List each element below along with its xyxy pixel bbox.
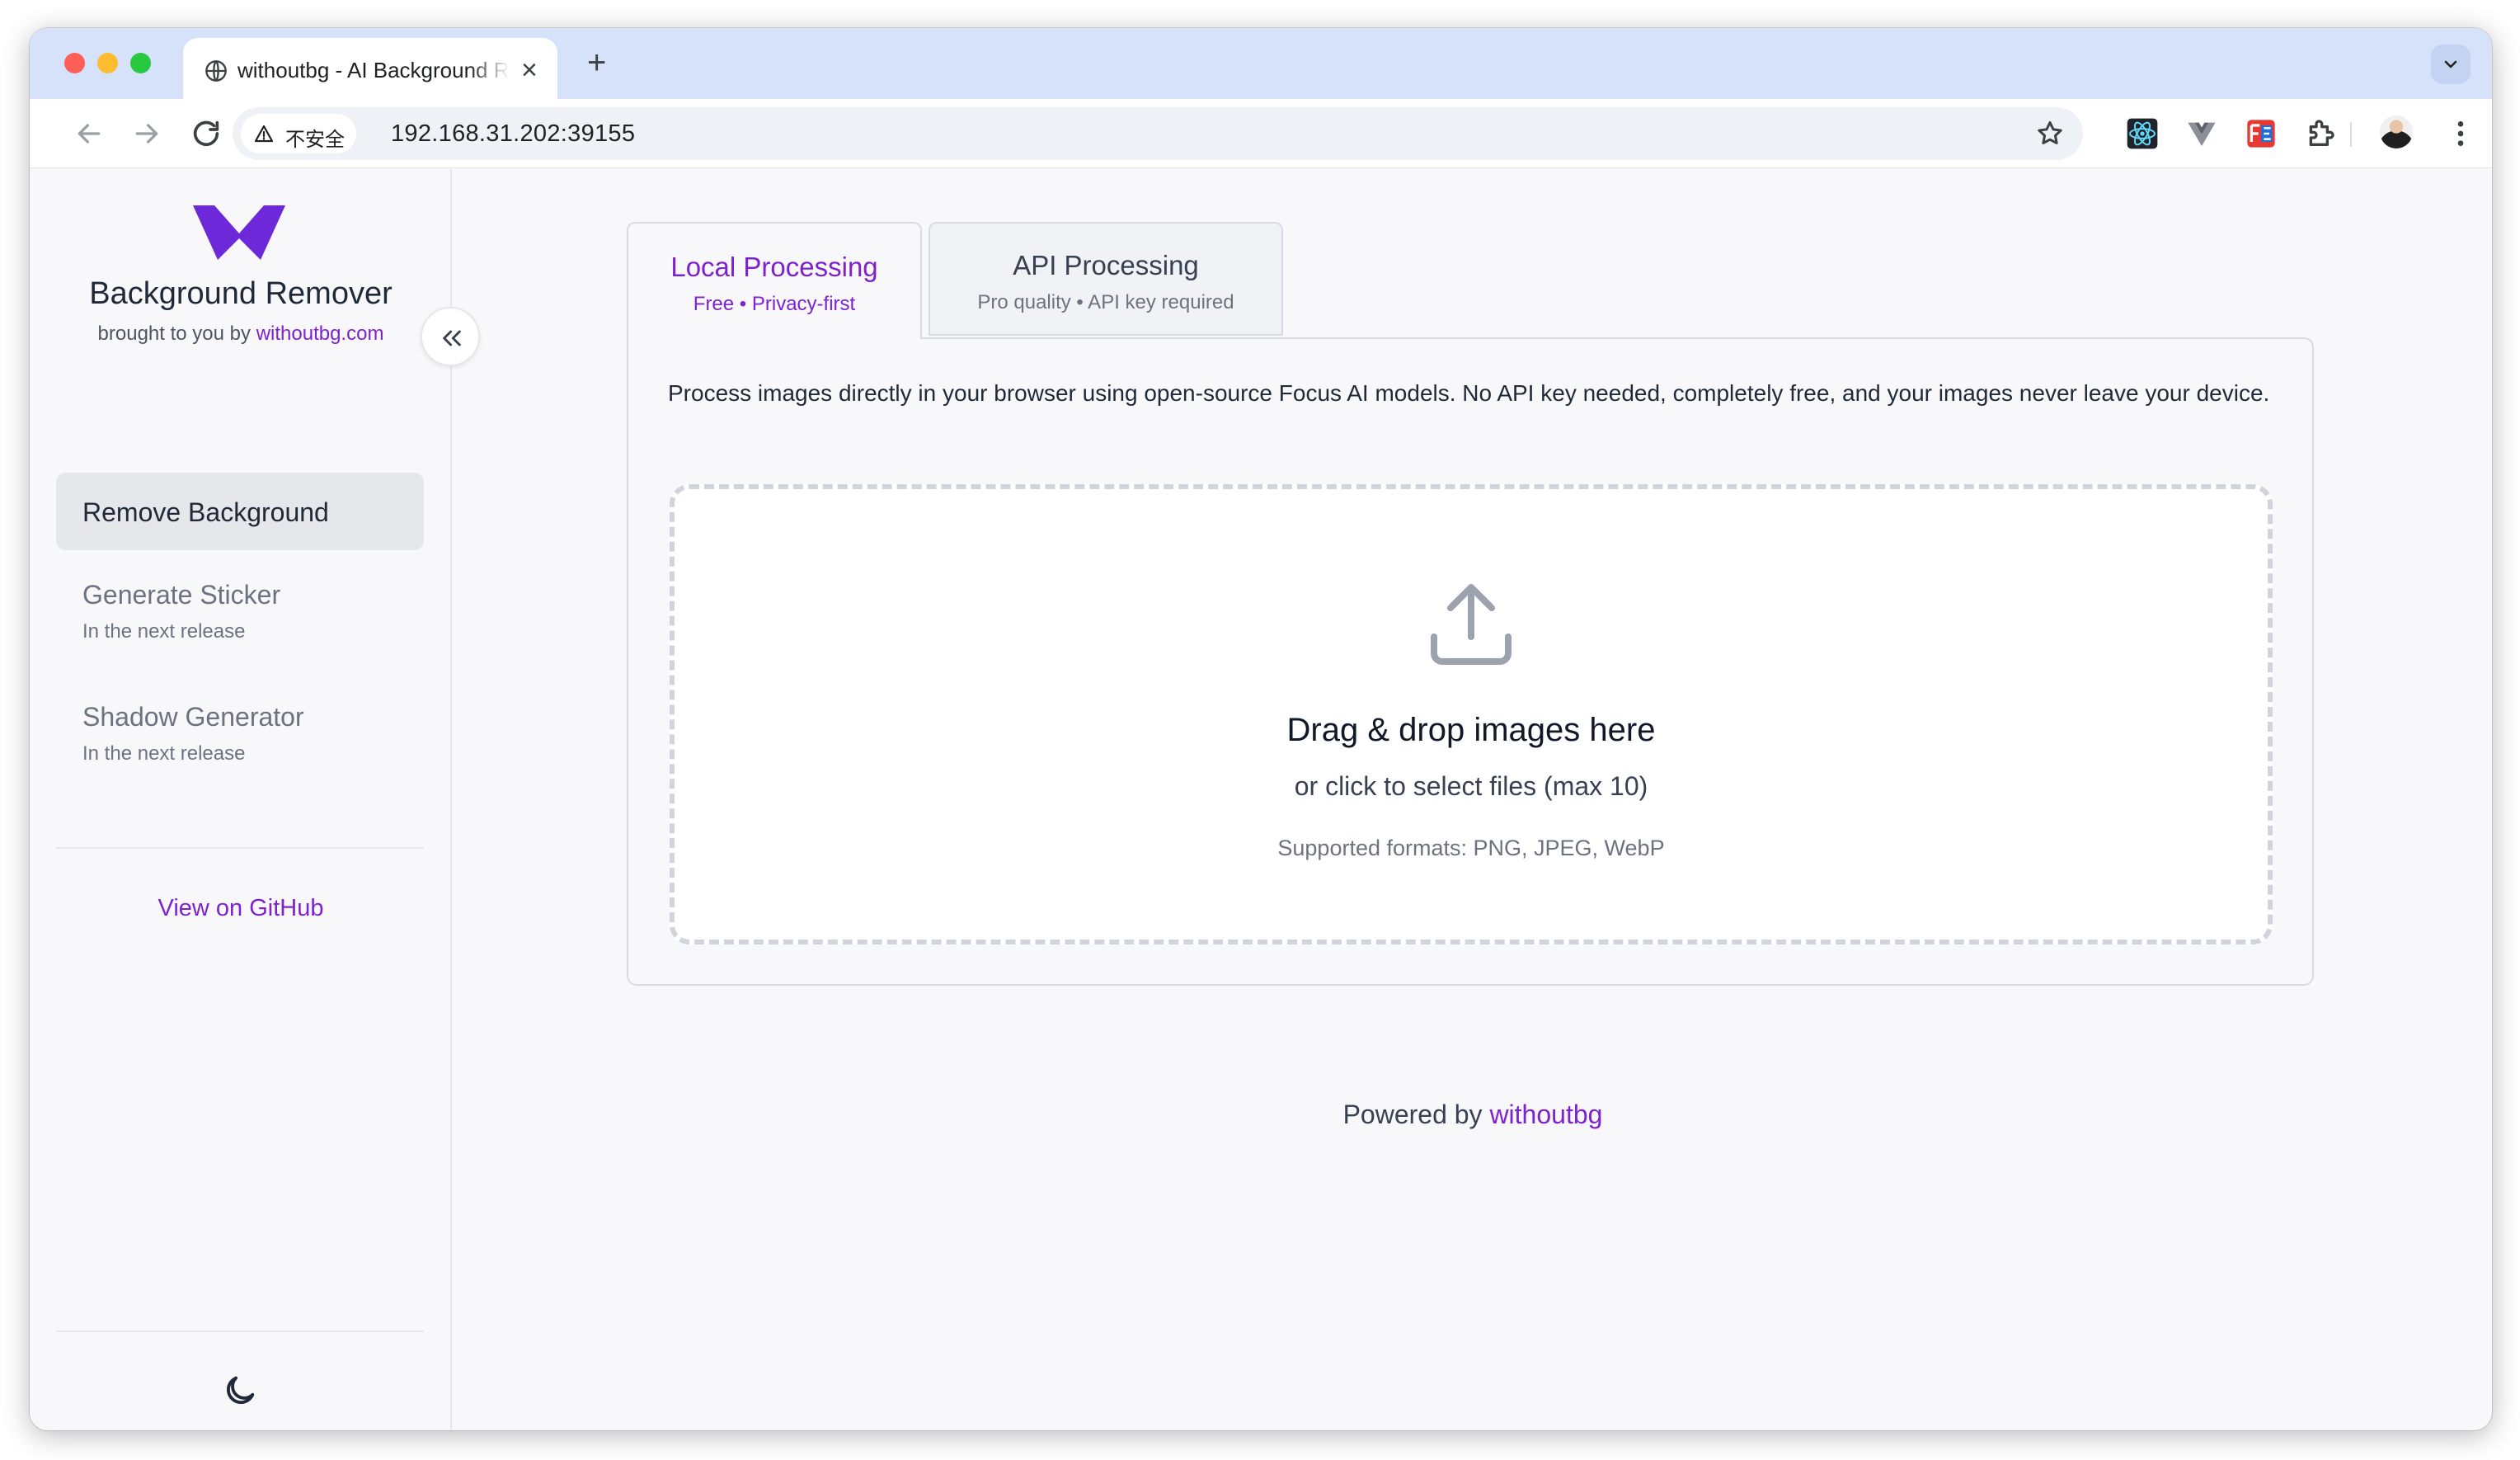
react-devtools-icon[interactable] — [2126, 117, 2159, 150]
brand-subtitle: brought to you by withoutbg.com — [30, 323, 452, 346]
minimize-window-button[interactable] — [97, 53, 118, 73]
double-chevron-left-icon — [443, 330, 461, 346]
brand-subtitle-prefix: brought to you by — [97, 323, 252, 345]
footer: Powered by withoutbg — [454, 1100, 2492, 1130]
nav-item-label: Shadow Generator — [82, 702, 304, 732]
browser-toolbar: 不安全 192.168.31.202:39155 — [30, 99, 2492, 168]
fe-helper-icon[interactable] — [2245, 117, 2278, 150]
reload-icon[interactable] — [190, 117, 223, 150]
tab-title: withoutbg - AI Background Remover — [237, 58, 510, 82]
nav-item-hint: In the next release — [82, 742, 246, 765]
chevron-down-icon — [2444, 60, 2457, 68]
nav-item-label: Generate Sticker — [82, 580, 281, 610]
main-content: Local Processing Free • Privacy-first AP… — [454, 169, 2492, 1430]
warning-icon — [254, 125, 274, 143]
upload-icon — [1431, 584, 1512, 665]
footer-withoutbg-link[interactable]: withoutbg — [1489, 1100, 1602, 1129]
image-dropzone[interactable]: Drag & drop images here or click to sele… — [670, 484, 2273, 944]
processing-description: Process images directly in your browser … — [668, 380, 2270, 406]
tab-close-icon[interactable]: × — [521, 56, 538, 84]
close-window-button[interactable] — [64, 53, 85, 73]
moon-icon[interactable] — [221, 1372, 259, 1410]
sidebar-divider — [56, 847, 424, 849]
tab-search-button[interactable] — [2431, 45, 2471, 84]
nav-item-generate-sticker[interactable]: Generate Sticker In the next release — [56, 563, 424, 654]
url-text[interactable]: 192.168.31.202:39155 — [391, 120, 635, 148]
nav-item-remove-background[interactable]: Remove Background — [56, 473, 424, 550]
forward-arrow-icon[interactable] — [130, 117, 163, 150]
vue-devtools-icon[interactable] — [2185, 117, 2218, 150]
security-label: 不安全 — [285, 129, 345, 151]
dropzone-title: Drag & drop images here — [1286, 712, 1656, 748]
address-bar[interactable]: 不安全 192.168.31.202:39155 — [233, 107, 2083, 160]
sidebar: Background Remover brought to you by wit… — [30, 169, 452, 1430]
tab-api-processing[interactable]: API Processing Pro quality • API key req… — [929, 222, 1283, 336]
maximize-window-button[interactable] — [130, 53, 151, 73]
footer-prefix: Powered by — [1342, 1100, 1483, 1129]
site-security-chip[interactable]: 不安全 — [241, 114, 356, 153]
withoutbg-logo-icon — [193, 205, 285, 260]
bookmark-star-icon[interactable] — [2035, 119, 2065, 148]
tab-subtitle: Free • Privacy-first — [693, 293, 856, 315]
collapse-sidebar-button[interactable] — [421, 307, 480, 366]
extensions-puzzle-icon[interactable] — [2304, 117, 2337, 150]
nav-item-label: Remove Background — [82, 497, 329, 527]
tab-strip: withoutbg - AI Background Remover × + — [30, 28, 2492, 99]
browser-window: withoutbg - AI Background Remover × + — [30, 28, 2492, 1430]
tab-subtitle: Pro quality • API key required — [977, 291, 1234, 313]
new-tab-button[interactable]: + — [587, 46, 606, 79]
tab-title: API Processing — [1013, 250, 1199, 280]
brand-website-link[interactable]: withoutbg.com — [256, 323, 384, 345]
globe-icon — [205, 60, 227, 82]
processing-panel: Process images directly in your browser … — [627, 337, 2314, 986]
toolbar-separator — [2350, 122, 2352, 147]
profile-avatar[interactable] — [2380, 115, 2413, 148]
dropzone-formats: Supported formats: PNG, JPEG, WebP — [1277, 836, 1665, 860]
github-link[interactable]: View on GitHub — [30, 895, 452, 922]
nav-item-shadow-generator[interactable]: Shadow Generator In the next release — [56, 685, 424, 776]
back-arrow-icon[interactable] — [73, 117, 106, 150]
dropzone-subtitle: or click to select files (max 10) — [1294, 771, 1648, 801]
sidebar-divider — [56, 1330, 424, 1332]
tab-local-processing[interactable]: Local Processing Free • Privacy-first — [627, 222, 922, 339]
nav-item-hint: In the next release — [82, 620, 246, 643]
browser-tab-active[interactable]: withoutbg - AI Background Remover × — [183, 38, 557, 99]
more-menu-icon[interactable] — [2444, 117, 2477, 150]
tab-title: Local Processing — [670, 252, 878, 282]
brand-title: Background Remover — [89, 276, 393, 311]
